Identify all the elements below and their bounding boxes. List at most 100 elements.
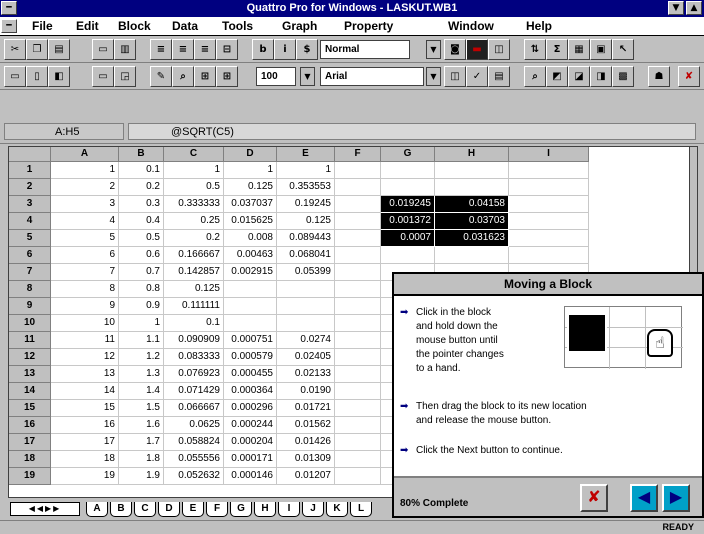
table-cell[interactable] bbox=[335, 230, 381, 247]
row-header[interactable]: 18 bbox=[9, 451, 51, 468]
table-cell[interactable]: 0.142857 bbox=[164, 264, 224, 281]
table-cell[interactable]: 0.071429 bbox=[164, 383, 224, 400]
sheet-tab-d[interactable]: D bbox=[158, 502, 180, 517]
row-header[interactable]: 7 bbox=[9, 264, 51, 281]
check-icon[interactable]: ✓ bbox=[466, 66, 488, 87]
table-cell[interactable] bbox=[224, 315, 277, 332]
table-cell[interactable]: 0.058824 bbox=[164, 434, 224, 451]
table-cell[interactable]: 0.5 bbox=[119, 230, 164, 247]
cell-reference-box[interactable]: A:H5 bbox=[4, 123, 124, 140]
table-cell[interactable]: 0.05399 bbox=[277, 264, 335, 281]
speedfill-icon[interactable]: ▣ bbox=[590, 39, 612, 60]
zoom-select[interactable]: 100 bbox=[256, 67, 296, 86]
table-cell[interactable]: 12 bbox=[51, 349, 119, 366]
style-select[interactable]: Normal bbox=[320, 40, 410, 59]
insert-icon[interactable]: ◙ bbox=[444, 39, 466, 60]
table-cell[interactable] bbox=[335, 179, 381, 196]
table-cell[interactable]: 0.2 bbox=[119, 179, 164, 196]
align-center-icon[interactable]: ≡ bbox=[172, 39, 194, 60]
table-cell[interactable] bbox=[509, 213, 589, 230]
table-cell[interactable]: 2 bbox=[51, 179, 119, 196]
tab-scroll-controls[interactable]: ◀◀▶▶ bbox=[10, 502, 80, 516]
align-right-icon[interactable]: ≡ bbox=[194, 39, 216, 60]
table-cell[interactable]: 0.089443 bbox=[277, 230, 335, 247]
table-cell[interactable]: 0.125 bbox=[164, 281, 224, 298]
sheet-tab-e[interactable]: E bbox=[182, 502, 204, 517]
sum-icon[interactable]: Σ bbox=[546, 39, 568, 60]
table-cell[interactable]: 1.7 bbox=[119, 434, 164, 451]
table-cell[interactable]: 19 bbox=[51, 468, 119, 485]
sheet-tab-g[interactable]: G bbox=[230, 502, 252, 517]
row-header[interactable]: 17 bbox=[9, 434, 51, 451]
table-cell[interactable]: 1.5 bbox=[119, 400, 164, 417]
table-cell[interactable]: 0.001372 bbox=[381, 213, 435, 230]
table-cell[interactable]: 1.1 bbox=[119, 332, 164, 349]
align-justify-icon[interactable]: ⊟ bbox=[216, 39, 238, 60]
table-cell[interactable] bbox=[277, 315, 335, 332]
table-cell[interactable]: 14 bbox=[51, 383, 119, 400]
table-cell[interactable] bbox=[435, 162, 509, 179]
table-cell[interactable] bbox=[224, 281, 277, 298]
column-header-h[interactable]: H bbox=[435, 147, 509, 162]
print-preview-icon[interactable]: ◲ bbox=[114, 66, 136, 87]
table-cell[interactable]: 0.8 bbox=[119, 281, 164, 298]
sheet-tab-l[interactable]: L bbox=[350, 502, 372, 517]
table-cell[interactable] bbox=[335, 400, 381, 417]
search-icon[interactable]: ⌕ bbox=[172, 66, 194, 87]
table-cell[interactable] bbox=[381, 247, 435, 264]
table-cell[interactable]: 0.052632 bbox=[164, 468, 224, 485]
slide-show-icon[interactable]: ▩ bbox=[612, 66, 634, 87]
table-cell[interactable]: 15 bbox=[51, 400, 119, 417]
table-cell[interactable]: 0.01562 bbox=[277, 417, 335, 434]
chart-block-icon[interactable]: ▥ bbox=[114, 39, 136, 60]
minimize-icon[interactable]: ▼ bbox=[668, 1, 684, 15]
table-cell[interactable]: 0.0190 bbox=[277, 383, 335, 400]
fit-icon[interactable]: ◫ bbox=[488, 39, 510, 60]
row-header[interactable]: 12 bbox=[9, 349, 51, 366]
column-header-b[interactable]: B bbox=[119, 147, 164, 162]
table-cell[interactable]: 0.333333 bbox=[164, 196, 224, 213]
table-cell[interactable]: 0.083333 bbox=[164, 349, 224, 366]
table-cell[interactable] bbox=[277, 298, 335, 315]
row-header[interactable]: 13 bbox=[9, 366, 51, 383]
column-header-f[interactable]: F bbox=[335, 147, 381, 162]
row-header[interactable]: 2 bbox=[9, 179, 51, 196]
font-dropdown-icon[interactable]: ▼ bbox=[426, 67, 441, 86]
table-cell[interactable] bbox=[224, 298, 277, 315]
table-cell[interactable]: 0.01721 bbox=[277, 400, 335, 417]
menu-window[interactable]: Window bbox=[448, 19, 494, 33]
table-cell[interactable]: 1 bbox=[277, 162, 335, 179]
coach-icon[interactable]: ☗ bbox=[648, 66, 670, 87]
table-cell[interactable]: 0.1 bbox=[119, 162, 164, 179]
table-cell[interactable]: 1.6 bbox=[119, 417, 164, 434]
next-button[interactable]: ▶ bbox=[662, 484, 690, 512]
table-cell[interactable] bbox=[335, 366, 381, 383]
table-cell[interactable]: 0.090909 bbox=[164, 332, 224, 349]
table-cell[interactable]: 1.9 bbox=[119, 468, 164, 485]
table-cell[interactable]: 1.3 bbox=[119, 366, 164, 383]
table-cell[interactable]: 0.02133 bbox=[277, 366, 335, 383]
menu-tools[interactable]: Tools bbox=[222, 19, 253, 33]
table-cell[interactable] bbox=[335, 247, 381, 264]
table-cell[interactable] bbox=[335, 162, 381, 179]
document-menu-icon[interactable]: ━ bbox=[1, 19, 17, 33]
table-cell[interactable]: 0.25 bbox=[164, 213, 224, 230]
print-icon[interactable]: ▭ bbox=[92, 66, 114, 87]
open-notebook-icon[interactable]: ▯ bbox=[26, 66, 48, 87]
graph-expert-icon[interactable]: ◪ bbox=[568, 66, 590, 87]
table-cell[interactable]: 1 bbox=[119, 315, 164, 332]
font-select[interactable]: Arial bbox=[320, 67, 424, 86]
cell-content-input[interactable]: @SQRT(C5) bbox=[128, 123, 696, 140]
table-cell[interactable]: 0.4 bbox=[119, 213, 164, 230]
table-cell[interactable]: 0.2 bbox=[164, 230, 224, 247]
chart-expert-icon[interactable]: ◩ bbox=[546, 66, 568, 87]
row-header[interactable]: 4 bbox=[9, 213, 51, 230]
sheet-tab-c[interactable]: C bbox=[134, 502, 156, 517]
table-cell[interactable] bbox=[335, 196, 381, 213]
table-cell[interactable]: 4 bbox=[51, 213, 119, 230]
format-icon[interactable]: $ bbox=[296, 39, 318, 60]
table-cell[interactable]: 0.353553 bbox=[277, 179, 335, 196]
table-cell[interactable]: 0.02405 bbox=[277, 349, 335, 366]
sheet-tab-j[interactable]: J bbox=[302, 502, 324, 517]
cut-icon[interactable]: ✂ bbox=[4, 39, 26, 60]
